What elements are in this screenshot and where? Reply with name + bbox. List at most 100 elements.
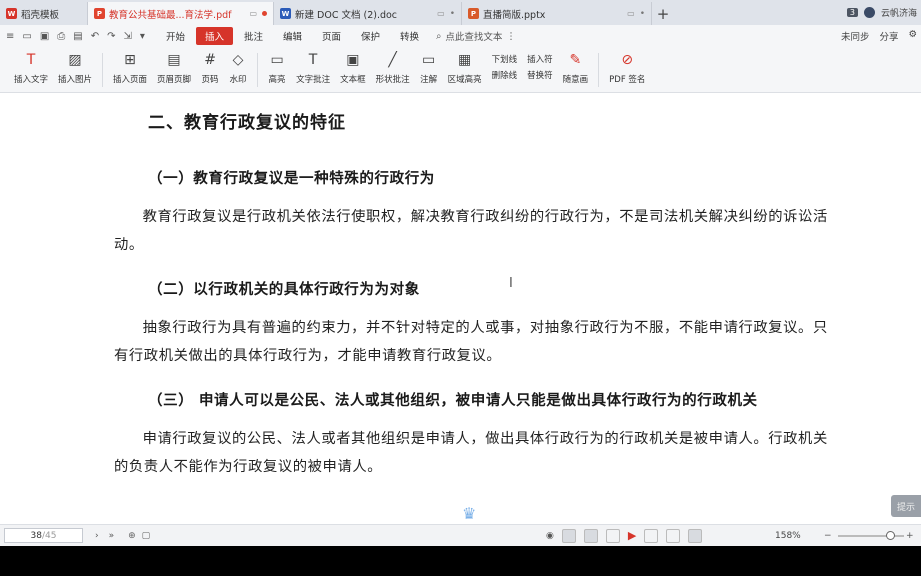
view-controls: ◉ ▶ [546,528,703,543]
word-icon: W [280,8,291,19]
text-note-label: 文字批注 [296,75,331,85]
status-tools: ⊕ ▢ [128,531,150,541]
highlight-label: 高亮 [268,75,286,85]
monitor-icon[interactable]: ▭ [627,9,635,18]
tab-label: 直播简版.pptx [483,9,546,21]
menu-edit[interactable]: 编辑 [274,27,311,45]
area-highlight-button[interactable]: ▦ 区域高亮 [448,47,482,85]
dropdown-icon[interactable]: ▾ [140,31,145,42]
monitor-icon[interactable]: ▭ [437,9,445,18]
tab-bar: W 稻壳模板 P 教育公共基础最...育法学.pdf ▭ W 新建 DOC 文档… [0,0,921,25]
area-highlight-icon: ▦ [457,52,472,68]
insert-symbol-button[interactable]: 插入符 [527,53,553,65]
thumbnail-icon[interactable]: ▢ [142,531,151,541]
share-button[interactable]: 分享 [879,29,898,43]
double-page-view-icon[interactable] [605,528,620,543]
shape-note-button[interactable]: ╱ 形状批注 [376,47,410,85]
play-icon[interactable]: ▶ [628,529,636,542]
document-view[interactable]: 二、教育行政复议的特征 （一）教育行政复议是一种特殊的行政行为 教育行政复议是行… [0,93,921,524]
last-page-icon[interactable]: » [109,531,115,541]
tab-template[interactable]: W 稻壳模板 [0,2,88,25]
settings-icon[interactable]: ⚙ [908,29,917,43]
menu-icon[interactable]: ≡ [6,31,14,42]
single-page-view-icon[interactable] [561,528,576,543]
image-icon: ▨ [68,52,82,68]
watermark-button[interactable]: ◇ 水印 [229,47,247,85]
header-footer-label: 页眉页脚 [157,75,192,85]
menu-insert[interactable]: 插入 [195,27,233,45]
eye-icon[interactable]: ◉ [546,531,554,541]
text-box-button[interactable]: ▣ 文本框 [340,47,366,85]
shape-note-icon: ╱ [388,52,397,68]
zoom-in-icon[interactable]: + [906,531,914,541]
fit-width-icon[interactable] [644,528,659,543]
sync-status[interactable]: 未同步 [841,29,870,43]
replace-symbol-button[interactable]: 替换符 [527,69,553,81]
insert-text-icon: T [26,52,36,68]
wps-icon: W [6,8,17,19]
tab-pptx-document[interactable]: P 直播简版.pptx ▭ • [462,2,652,25]
shape-note-label: 形状批注 [375,75,410,85]
pdf-sign-label: PDF 签名 [609,75,646,85]
pdf-sign-button[interactable]: ⊘ PDF 签名 [609,47,645,85]
insert-image-button[interactable]: ▨ 插入图片 [58,47,92,85]
watermark-icon: ◇ [232,52,244,68]
sign-icon: ⊘ [621,52,634,68]
total-pages: /45 [41,530,57,541]
more-icon[interactable]: ⋮ [506,31,516,42]
strikethrough-button[interactable]: 删除线 [492,69,518,81]
undo-icon[interactable]: ↶ [91,31,99,42]
print-preview-icon[interactable]: ▤ [73,31,82,42]
zoom-level[interactable]: 158% [775,531,801,541]
underline-button[interactable]: 下划线 [492,53,518,65]
freehand-button[interactable]: ✎ 随意画 [563,47,589,85]
page-add-icon: ⊞ [124,52,136,68]
titlebar-right: 3 云帆济海 [846,2,921,23]
close-icon[interactable]: • [450,9,455,19]
tab-count-badge[interactable]: 3 [846,8,858,17]
insert-page-button[interactable]: ⊞ 插入页面 [113,47,147,85]
zoom-out-icon[interactable]: − [824,531,832,541]
unsaved-dot-icon [262,11,267,16]
highlight-button[interactable]: ▭ 高亮 [268,47,286,85]
export-icon[interactable]: ⇲ [124,31,132,42]
insert-text-button[interactable]: T 插入文字 [14,47,48,85]
monitor-icon[interactable]: ▭ [249,9,257,18]
zoom-slider-handle[interactable] [886,531,895,540]
add-page-icon[interactable]: ⊕ [128,531,136,541]
print-icon[interactable]: ⎙ [57,31,65,42]
next-page-icon[interactable]: › [95,531,99,541]
annotation-label: 注解 [420,75,438,85]
continuous-view-icon[interactable] [583,528,598,543]
menu-right: 未同步 分享 ⚙ [841,29,917,43]
menu-protect[interactable]: 保护 [352,27,389,45]
menu-comment[interactable]: 批注 [235,27,272,45]
tab-doc-document[interactable]: W 新建 DOC 文档 (2).doc ▭ • [274,2,462,25]
side-tip-button[interactable]: 提示 [891,495,921,517]
annotation-button[interactable]: ▭ 注解 [420,47,438,85]
new-tab-button[interactable]: + [652,2,674,25]
avatar[interactable] [863,7,875,18]
fit-page-icon[interactable] [666,528,681,543]
redo-icon[interactable]: ↷ [107,31,115,42]
menu-convert[interactable]: 转换 [391,27,428,45]
find-text-search[interactable]: ⌕ 点此查找文本 ⋮ [436,29,516,44]
actual-size-icon[interactable] [688,528,703,543]
close-icon[interactable]: • [640,9,645,19]
page-number-button[interactable]: # 页码 [201,47,219,85]
tab-pdf-document[interactable]: P 教育公共基础最...育法学.pdf ▭ [88,2,274,25]
subsection-title-2: （二）以行政机关的具体行政行为为对象 [148,281,420,298]
open-folder-icon[interactable]: ▭ [22,31,31,42]
user-name[interactable]: 云帆济海 [881,6,917,19]
crown-icon: ♛ [462,504,477,523]
pdf-icon: P [94,8,105,19]
symbol-group: 插入符 替换符 [527,47,553,81]
save-icon[interactable]: ▣ [40,31,49,42]
paragraph-2: 抽象行政行为具有普遍的约束力，并不针对特定的人或事，对抽象行政行为不服，不能申请… [114,320,828,364]
text-note-button[interactable]: T 文字批注 [296,47,330,85]
search-icon: ⌕ [436,30,442,42]
menu-start[interactable]: 开始 [157,27,194,45]
menu-page[interactable]: 页面 [313,27,350,45]
header-footer-button[interactable]: ▤ 页眉页脚 [157,47,191,85]
page-number-field[interactable]: 38 /45 [4,528,83,543]
